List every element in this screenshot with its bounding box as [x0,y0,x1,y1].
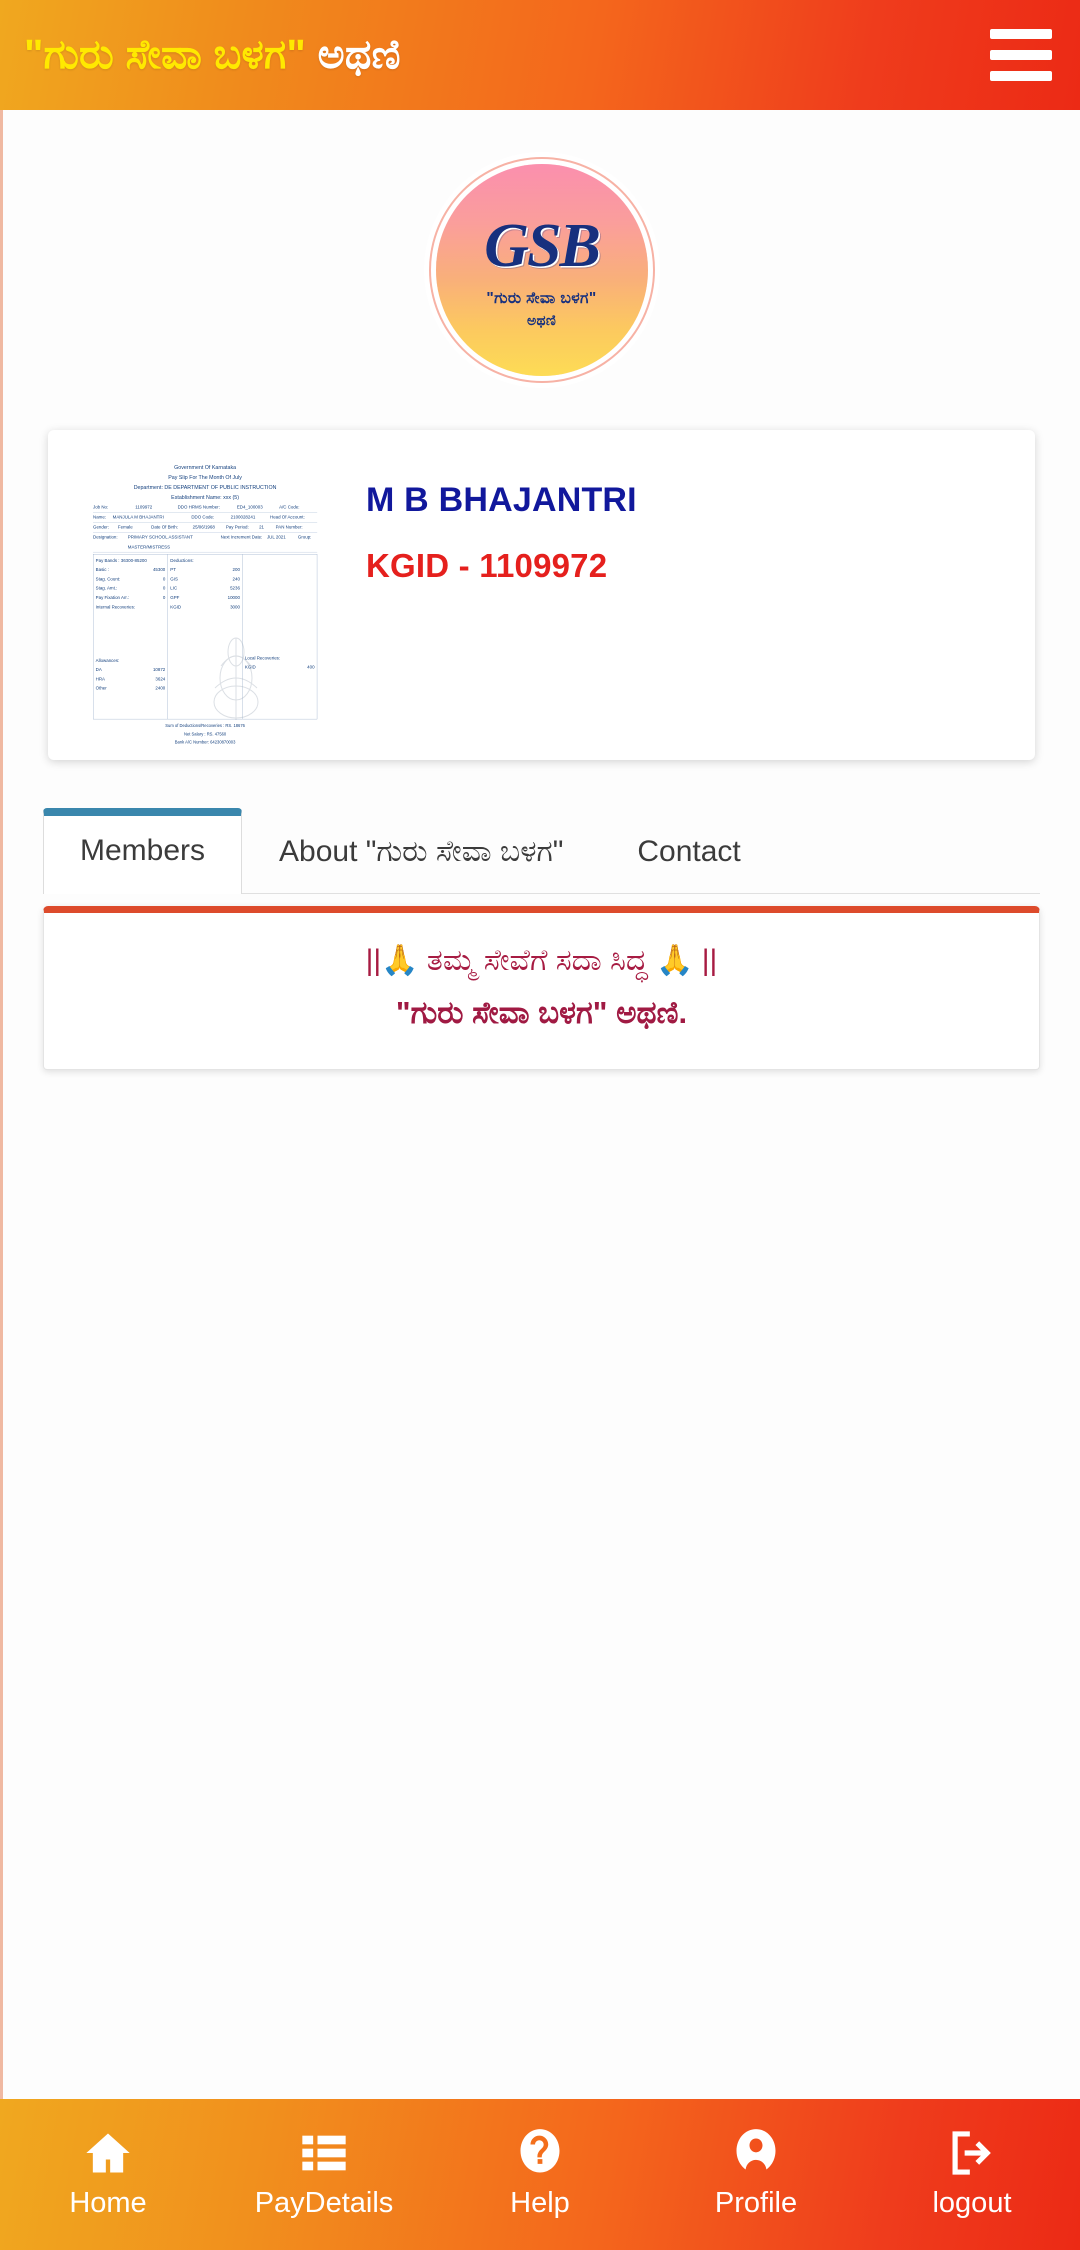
nav-item-paydetails[interactable]: PayDetails [216,2127,432,2222]
payslip-total: Net Salary : RS. 47560 [183,731,227,737]
nav-label-logout: logout [932,2187,1012,2219]
profile-card: Government Of Karnataka Pay Slip For The… [48,430,1035,760]
nav-label-paydetails: PayDetails [254,2187,394,2219]
payslip-earnings-column: Pay Bands : 36300-85200 Basic :45300 Sta… [93,554,168,719]
payslip-row: Name: MANJULA M BHAJANTRI DDO Code: 2100… [93,512,318,523]
payslip-total: Sum of Deductions/Recoveries : RS. 18676 [165,723,245,729]
hamburger-menu-icon[interactable] [990,27,1052,83]
logo-panel: GSB "ಗುರು ಸೇವಾ ಬಳಗ" ಅಥಣಿ [3,110,1080,430]
payslip-establishment: Establishment Name: xxx (5) [171,494,240,501]
payslip-thumbnail[interactable]: Government Of Karnataka Pay Slip For The… [93,462,318,744]
hamburger-bar [990,71,1052,81]
hamburger-bar [990,50,1052,60]
deity-watermark-icon [213,637,259,720]
nav-label-help: Help [510,2187,570,2219]
nav-item-help[interactable]: Help [432,2127,648,2222]
nav-label-home: Home [69,2187,147,2219]
page-title-place: ಅಥಣಿ [317,31,401,77]
content-line-1: ||🙏 ತಮ್ಮ ಸೇವೆಗೆ ಸದಾ ಸಿದ್ಧ 🙏 || [365,944,718,977]
payslip-row: Gender: Female Date Of Birth: 25/06/1968… [93,522,318,533]
payslip-bank-account: Bank A/C Number: 64230870003 [174,739,236,744]
question-circle-icon [514,2127,566,2179]
payslip-subtitle: Pay Slip For The Month Of July [168,474,242,481]
nav-item-home[interactable]: Home [0,2127,216,2222]
payslip-row: Job No: 1109972 DDO HRMS Number: ED4_100… [93,502,318,513]
page-body: GSB "ಗುರು ಸೇವಾ ಬಳಗ" ಅಥಣಿ Government Of K… [0,110,1080,2099]
account-circle-icon [730,2127,782,2179]
tab-members[interactable]: Members [43,808,243,894]
tab-about[interactable]: About "ಗುರು ಸೇವಾ ಬಳಗ" [242,808,600,893]
nav-label-profile: Profile [714,2187,798,2219]
bottom-navigation-bar: Home PayDetails Help Profile logout [0,2099,1080,2250]
list-icon [298,2127,350,2179]
home-icon [82,2127,134,2179]
member-name: M B BHAJANTRI [366,481,637,519]
logout-icon [946,2127,998,2179]
content-panel-wrap: ||🙏 ತಮ್ಮ ಸೇವೆಗೆ ಸದಾ ಸಿದ್ಧ 🙏 || "ಗುರು ಸೇವ… [3,906,1080,1071]
page-title-quoted: "ಗುರು ಸೇವಾ ಬಳಗ" [24,31,307,77]
hamburger-bar [990,29,1052,39]
app-screen: "ಗುರು ಸೇವಾ ಬಳಗ" ಅಥಣಿ GSB "ಗುರು ಸೇವಾ ಬಳಗ"… [0,0,1080,2250]
page-title: "ಗುರು ಸೇವಾ ಬಳಗ" ಅಥಣಿ [24,31,401,79]
logo-monogram: GSB [484,212,601,281]
tab-contact[interactable]: Contact [600,808,777,893]
payslip-org: Government Of Karnataka [174,464,237,470]
member-kgid: KGID - 1109972 [366,546,608,584]
nav-item-profile[interactable]: Profile [648,2127,864,2222]
content-line-2: "ಗುರು ಸೇವಾ ಬಳಗ" ಅಥಣಿ. [395,994,688,1030]
nav-item-logout[interactable]: logout [864,2127,1080,2222]
tab-bar: Members About "ಗುರು ಸೇವಾ ಬಳಗ" Contact [43,808,1040,894]
payslip-row: Designation: PRIMARY SCHOOL ASSISTANT MA… [93,532,318,553]
tabs-wrap: Members About "ಗುರು ಸೇವಾ ಬಳಗ" Contact [3,808,1080,894]
profile-card-wrap: Government Of Karnataka Pay Slip For The… [3,430,1080,760]
member-info: M B BHAJANTRI KGID - 1109972 [318,454,637,585]
app-header: "ಗುರು ಸೇವಾ ಬಳಗ" ಅಥಣಿ [0,0,1080,110]
logo-kannada-line2: ಅಥಣಿ [526,311,557,328]
gsb-logo: GSB "ಗುರು ಸೇವಾ ಬಳಗ" ಅಥಣಿ [435,164,648,376]
content-panel: ||🙏 ತಮ್ಮ ಸೇವೆಗೆ ಸದಾ ಸಿದ್ಧ 🙏 || "ಗುರು ಸೇವ… [43,906,1040,1071]
payslip-department: Department: DE DEPARTMENT OF PUBLIC INST… [133,484,277,491]
logo-kannada-line1: "ಗುರು ಸೇವಾ ಬಳಗ" [486,289,597,307]
